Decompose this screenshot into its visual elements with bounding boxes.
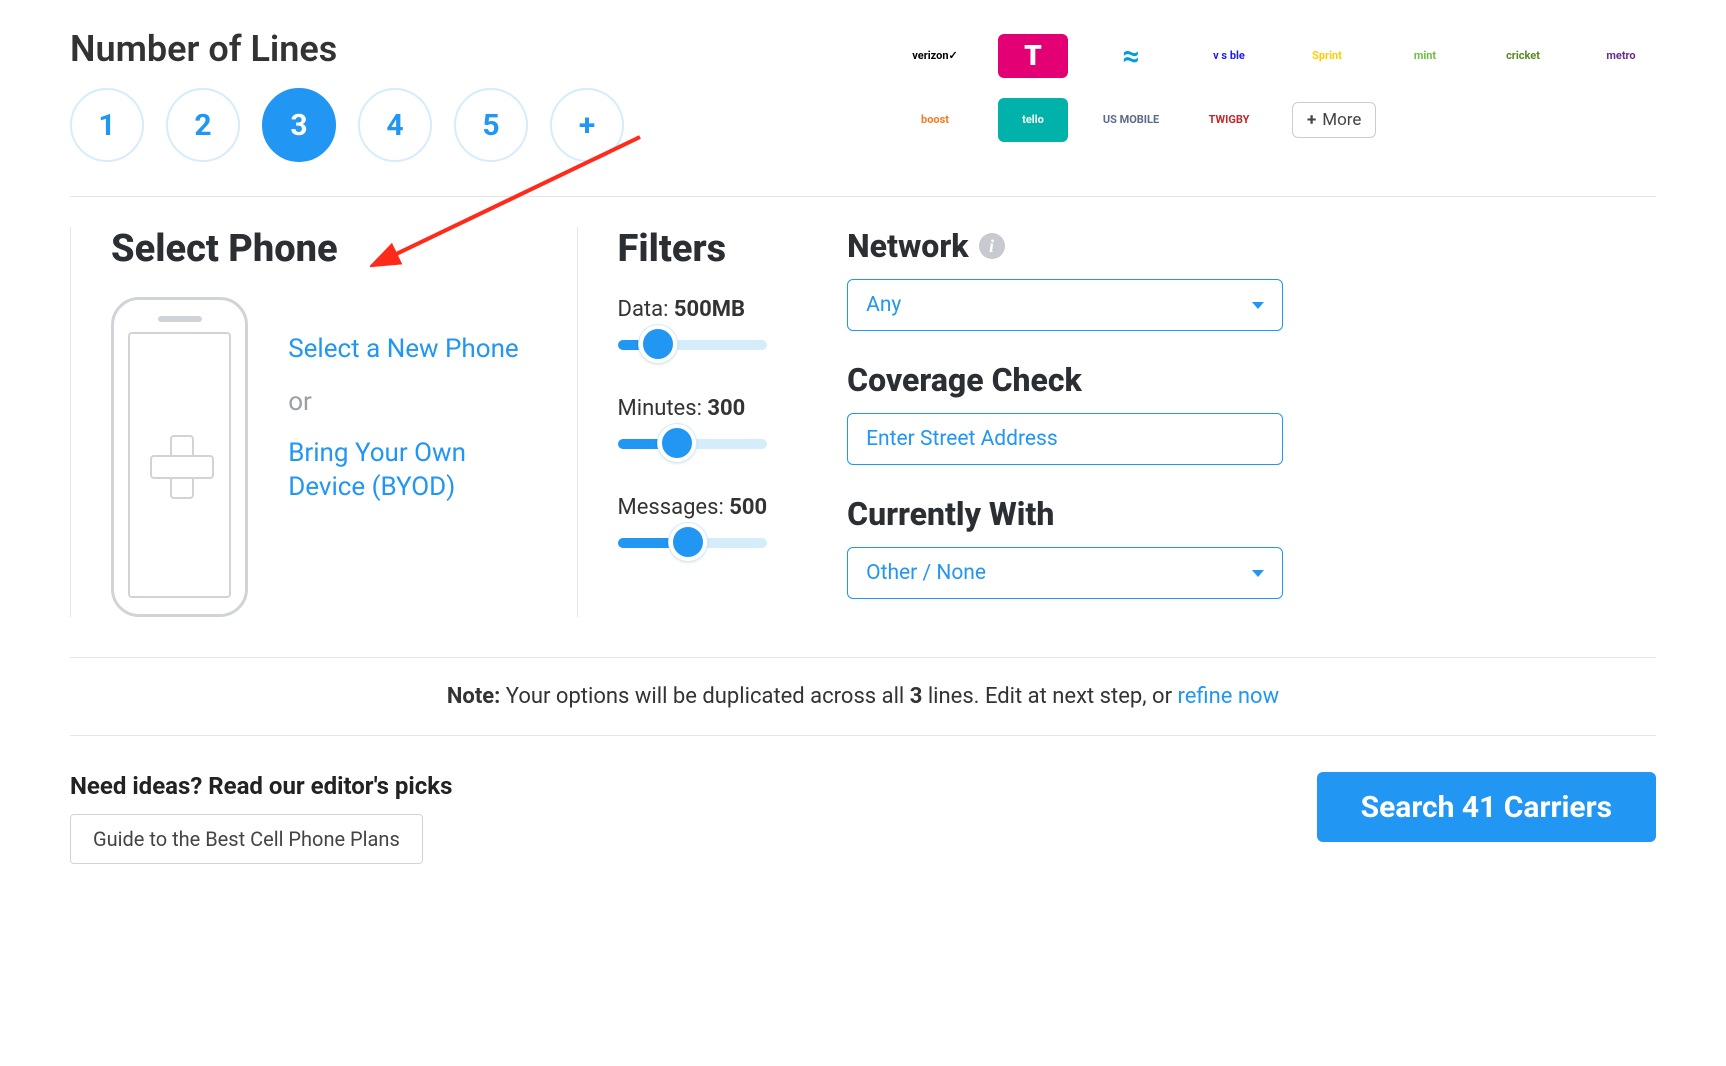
line-button-1[interactable]: 1 <box>70 88 144 162</box>
coverage-address-input[interactable] <box>847 413 1283 465</box>
carrier-logo-sprint[interactable]: Sprint <box>1292 34 1362 78</box>
network-dropdown[interactable]: Any <box>847 279 1283 331</box>
currently-value: Other / None <box>866 561 986 585</box>
carrier-logo-att[interactable]: ≈ <box>1096 34 1166 78</box>
carrier-logo-tello[interactable]: tello <box>998 98 1068 142</box>
select-new-phone-link[interactable]: Select a New Phone <box>288 333 536 367</box>
line-button-4[interactable]: 4 <box>358 88 432 162</box>
refine-now-link[interactable]: refine now <box>1177 684 1279 709</box>
ideas-heading: Need ideas? Read our editor's picks <box>70 772 452 800</box>
line-button-5[interactable]: 5 <box>454 88 528 162</box>
network-heading: Networki <box>847 227 1283 265</box>
messages-slider[interactable] <box>618 532 768 552</box>
right-column: Networki Any Coverage Check Currently Wi… <box>807 227 1283 617</box>
filters-column: Filters Data: 500MB Minutes: 300 Message… <box>578 227 808 617</box>
lines-section: Number of Lines 12345 + <box>70 28 624 162</box>
carrier-logo-twigby[interactable]: TWIGBY <box>1194 98 1264 142</box>
line-buttons: 12345 + <box>70 88 624 162</box>
select-phone-heading: Select Phone <box>111 227 537 271</box>
filter-data: Data: 500MB <box>618 297 768 354</box>
more-carriers-button[interactable]: +More <box>1292 102 1376 138</box>
phone-outline-icon[interactable] <box>111 297 248 617</box>
carrier-logo-cricket[interactable]: cricket <box>1488 34 1558 78</box>
carrier-logo-mint[interactable]: mint <box>1390 34 1460 78</box>
filter-minutes: Minutes: 300 <box>618 396 768 453</box>
messages-value: 500 <box>729 495 767 520</box>
lines-heading: Number of Lines <box>70 28 624 70</box>
coverage-heading: Coverage Check <box>847 361 1283 399</box>
note-row: Note: Your options will be duplicated ac… <box>70 658 1656 735</box>
carrier-logos: verizon✓T≈v s bleSprintmintcricketmetro … <box>900 28 1656 142</box>
ideas-section: Need ideas? Read our editor's picks Guid… <box>70 772 452 864</box>
plus-icon: + <box>1307 110 1316 130</box>
search-carriers-button[interactable]: Search 41 Carriers <box>1317 772 1656 842</box>
network-value: Any <box>866 293 901 317</box>
guide-button[interactable]: Guide to the Best Cell Phone Plans <box>70 814 423 864</box>
select-phone-column: Select Phone Select a New Phone or Bring… <box>70 227 578 617</box>
info-icon[interactable]: i <box>979 233 1005 259</box>
carrier-logo-metro[interactable]: metro <box>1586 34 1656 78</box>
minutes-slider[interactable] <box>618 433 768 453</box>
byod-link[interactable]: Bring Your Own Device (BYOD) <box>288 437 536 505</box>
caret-down-icon <box>1252 302 1264 309</box>
carrier-logo-tmobile[interactable]: T <box>998 34 1068 78</box>
carrier-logo-verizon[interactable]: verizon✓ <box>900 34 970 78</box>
currently-heading: Currently With <box>847 495 1283 533</box>
plus-icon <box>150 435 210 495</box>
data-slider[interactable] <box>618 334 768 354</box>
line-button-3[interactable]: 3 <box>262 88 336 162</box>
carrier-logo-visible[interactable]: v s ble <box>1194 34 1264 78</box>
caret-down-icon <box>1252 570 1264 577</box>
data-value: 500MB <box>674 297 745 322</box>
filters-heading: Filters <box>618 227 768 271</box>
line-button-+[interactable]: + <box>550 88 624 162</box>
currently-dropdown[interactable]: Other / None <box>847 547 1283 599</box>
filter-messages: Messages: 500 <box>618 495 768 552</box>
minutes-value: 300 <box>707 396 745 421</box>
line-button-2[interactable]: 2 <box>166 88 240 162</box>
or-text: or <box>288 387 536 417</box>
carrier-logo-usmobile[interactable]: US MOBILE <box>1096 98 1166 142</box>
carrier-logo-boost[interactable]: boost <box>900 98 970 142</box>
